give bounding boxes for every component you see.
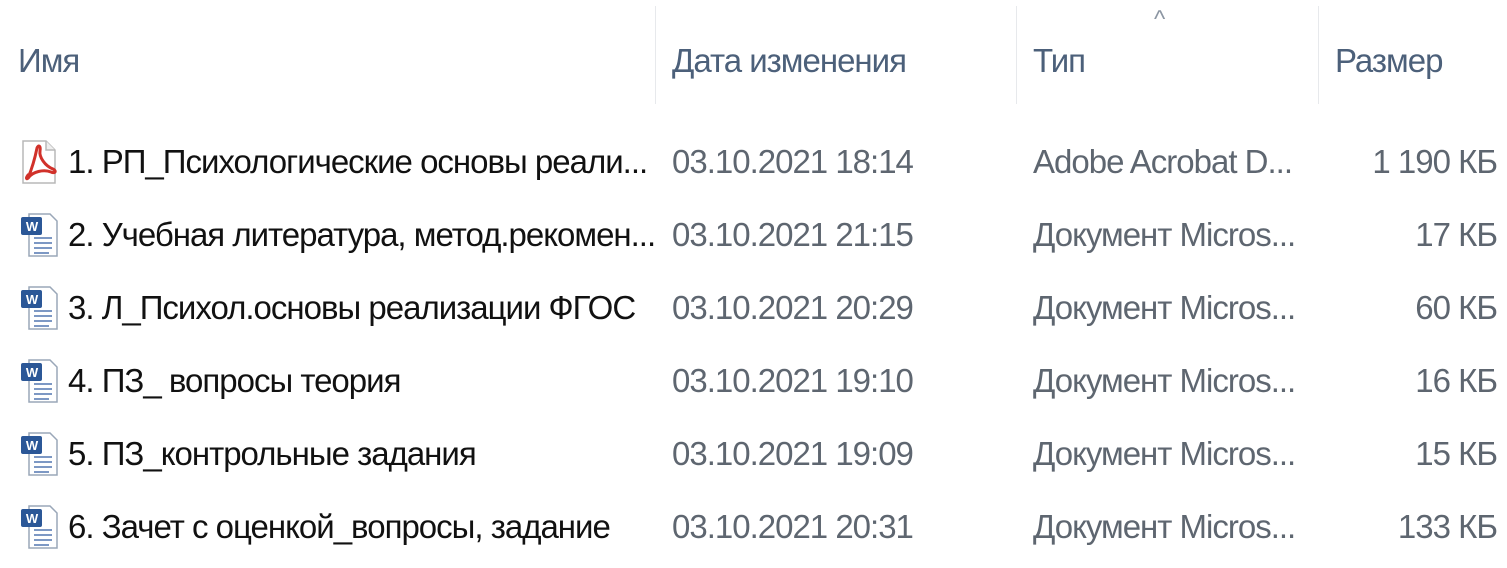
pdf-icon: [16, 130, 62, 194]
file-name: 6. Зачет с оценкой_вопросы, задание: [68, 508, 611, 545]
file-modified-date: 03.10.2021 20:29: [672, 289, 914, 326]
file-modified-date: 03.10.2021 21:15: [672, 216, 914, 253]
file-modified-date: 03.10.2021 19:09: [672, 435, 914, 472]
column-divider[interactable]: [1318, 6, 1319, 104]
word-icon: W: [16, 422, 62, 486]
file-size: 16 КБ: [1415, 362, 1498, 399]
svg-text:W: W: [26, 292, 39, 307]
file-row[interactable]: W 4. ПЗ_ вопросы теория 03.10.2021 19:10 До…: [0, 349, 1507, 422]
column-divider[interactable]: [1016, 6, 1017, 104]
svg-text:W: W: [26, 365, 39, 380]
column-header-bar: Имя Дата изменения ^ Тип Размер: [0, 0, 1507, 108]
file-type: Документ Micros...: [1033, 508, 1296, 545]
word-icon: W: [16, 349, 62, 413]
word-icon: W: [16, 203, 62, 267]
file-size: 15 КБ: [1415, 435, 1498, 472]
file-name: 2. Учебная литература, метод.рекомен...: [68, 216, 656, 253]
word-icon: W: [16, 495, 62, 559]
column-header-name[interactable]: Имя: [18, 0, 648, 108]
file-type: Документ Micros...: [1033, 362, 1296, 399]
file-row[interactable]: 1. РП_Психологические основы реали... 03.…: [0, 130, 1507, 203]
file-type: Adobe Acrobat D...: [1033, 143, 1293, 180]
svg-text:W: W: [26, 511, 39, 526]
file-name: 4. ПЗ_ вопросы теория: [68, 362, 401, 399]
column-divider[interactable]: [655, 6, 656, 104]
svg-text:W: W: [26, 219, 39, 234]
file-type: Документ Micros...: [1033, 289, 1296, 326]
file-name: 5. ПЗ_контрольные задания: [68, 435, 477, 472]
file-modified-date: 03.10.2021 20:31: [672, 508, 914, 545]
file-row[interactable]: W 6. Зачет с оценкой_вопросы, задание 03.1…: [0, 495, 1507, 568]
file-type: Документ Micros...: [1033, 435, 1296, 472]
file-size: 133 КБ: [1397, 508, 1498, 545]
file-row[interactable]: W 2. Учебная литература, метод.рекомен...…: [0, 203, 1507, 276]
column-header-type[interactable]: Тип: [1033, 0, 1313, 108]
file-size: 1 190 КБ: [1372, 143, 1498, 180]
file-list: 1. РП_Психологические основы реали... 03.…: [0, 130, 1507, 568]
word-icon: W: [16, 276, 62, 340]
file-explorer-list: Имя Дата изменения ^ Тип Размер 1. РП_Пс…: [0, 0, 1507, 564]
column-header-date[interactable]: Дата изменения: [672, 0, 1012, 108]
file-row[interactable]: W 3. Л_Психол.основы реализации ФГОС 03.10…: [0, 276, 1507, 349]
file-size: 60 КБ: [1415, 289, 1498, 326]
file-modified-date: 03.10.2021 18:14: [672, 143, 914, 180]
svg-text:W: W: [26, 438, 39, 453]
file-row[interactable]: W 5. ПЗ_контрольные задания 03.10.2021 19:…: [0, 422, 1507, 495]
column-header-size[interactable]: Размер: [1335, 0, 1507, 108]
file-type: Документ Micros...: [1033, 216, 1296, 253]
file-name: 1. РП_Психологические основы реали...: [68, 143, 648, 180]
file-name: 3. Л_Психол.основы реализации ФГОС: [68, 289, 636, 326]
file-size: 17 КБ: [1415, 216, 1498, 253]
file-modified-date: 03.10.2021 19:10: [672, 362, 914, 399]
